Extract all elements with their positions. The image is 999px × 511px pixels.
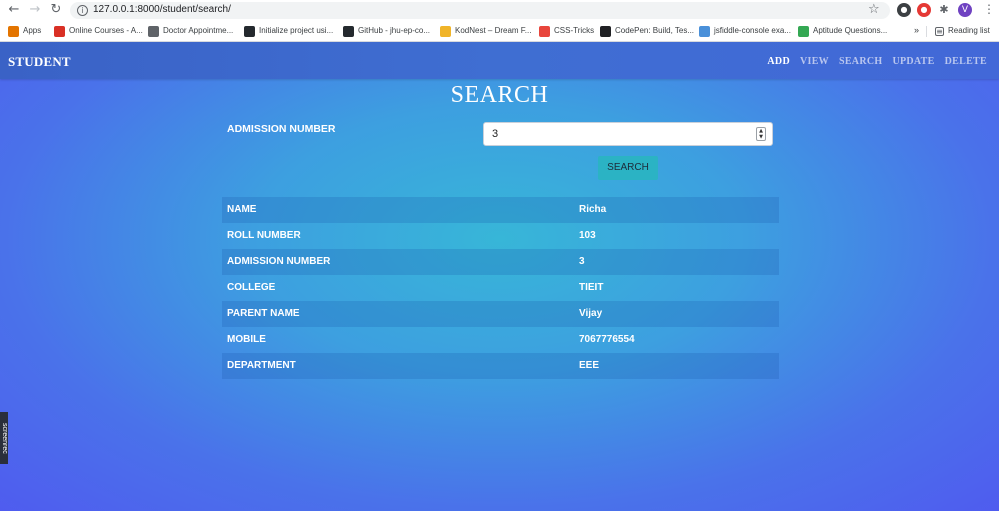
site-info-icon[interactable]: i bbox=[77, 5, 88, 16]
field-label: ROLL NUMBER bbox=[227, 230, 301, 241]
bookmark-item[interactable]: Aptitude Questions... bbox=[798, 25, 887, 39]
reading-list-icon: ≡ bbox=[935, 26, 944, 36]
student-details-table: NAME Richa ROLL NUMBER 103 ADMISSION NUMBER 3… bbox=[222, 197, 779, 379]
github-icon bbox=[244, 25, 255, 37]
css-tricks-icon bbox=[539, 25, 550, 37]
globe-icon bbox=[148, 25, 159, 37]
aptitude-icon bbox=[798, 25, 809, 37]
apps-grid-icon bbox=[8, 25, 19, 37]
nav-link-view[interactable]: VIEW bbox=[800, 56, 829, 67]
table-row: COLLEGE TIEIT bbox=[222, 275, 779, 301]
bookmark-item[interactable]: CodePen: Build, Tes... bbox=[600, 25, 694, 39]
admission-number-input[interactable] bbox=[483, 122, 773, 146]
bookmark-item[interactable]: Apps bbox=[8, 25, 41, 39]
browser-chrome: ← → ↻ i 127.0.0.1:8000/student/search/ ☆… bbox=[0, 0, 999, 42]
field-value: 3 bbox=[579, 256, 585, 267]
bookmark-item[interactable]: Initialize project usi... bbox=[244, 25, 333, 39]
course-icon bbox=[54, 25, 65, 37]
field-label: DEPARTMENT bbox=[227, 360, 296, 371]
table-row: ADMISSION NUMBER 3 bbox=[222, 249, 779, 275]
table-row: ROLL NUMBER 103 bbox=[222, 223, 779, 249]
bookmark-item[interactable]: GitHub - jhu-ep-co... bbox=[343, 25, 430, 39]
bookmark-item[interactable]: CSS-Tricks bbox=[539, 25, 594, 39]
nav-links: ADD VIEW SEARCH UPDATE DELETE bbox=[757, 56, 987, 67]
bookmark-item[interactable]: Online Courses - A... bbox=[54, 25, 143, 39]
search-button[interactable]: SEARCH bbox=[598, 156, 658, 180]
nav-link-update[interactable]: UPDATE bbox=[892, 56, 934, 67]
field-value: Vijay bbox=[579, 308, 603, 319]
table-row: DEPARTMENT EEE bbox=[222, 353, 779, 379]
field-label: ADMISSION NUMBER bbox=[227, 256, 331, 267]
bookmarks-overflow-button[interactable]: » bbox=[914, 25, 919, 35]
field-label: NAME bbox=[227, 204, 257, 215]
field-label: MOBILE bbox=[227, 334, 266, 345]
bookmark-item[interactable]: Doctor Appointme... bbox=[148, 25, 233, 39]
incognito-extension-icon[interactable]: ● bbox=[897, 3, 911, 17]
puzzle-extensions-icon[interactable]: ✱ bbox=[937, 3, 951, 17]
forward-arrow-icon[interactable]: → bbox=[27, 2, 43, 18]
cloud-icon bbox=[699, 25, 710, 37]
number-spinner[interactable]: ▲ ▼ bbox=[756, 127, 766, 141]
table-row: NAME Richa bbox=[222, 197, 779, 223]
bookmark-item[interactable]: KodNest – Dream F... bbox=[440, 25, 531, 39]
kodnest-icon bbox=[440, 25, 451, 37]
bookmarks-bar: » ≡ Reading list Apps Online Courses - A..… bbox=[0, 21, 999, 42]
table-row: PARENT NAME Vijay bbox=[222, 301, 779, 327]
url-bar[interactable]: i 127.0.0.1:8000/student/search/ ☆ bbox=[70, 2, 890, 19]
brand-logo[interactable]: STUDENT bbox=[8, 54, 71, 70]
field-label: COLLEGE bbox=[227, 282, 276, 293]
profile-avatar[interactable]: V bbox=[958, 3, 972, 17]
table-row: MOBILE 7067776554 bbox=[222, 327, 779, 353]
bookmark-item[interactable]: jsfiddle-console exa... bbox=[699, 25, 791, 39]
nav-link-add[interactable]: ADD bbox=[767, 56, 790, 67]
field-value: Richa bbox=[579, 204, 607, 215]
address-bar-row: ← → ↻ i 127.0.0.1:8000/student/search/ ☆… bbox=[0, 0, 999, 21]
reload-icon[interactable]: ↻ bbox=[48, 2, 64, 18]
bookmark-star-icon[interactable]: ☆ bbox=[868, 2, 880, 17]
back-arrow-icon[interactable]: ← bbox=[6, 2, 22, 18]
field-value: EEE bbox=[579, 360, 600, 371]
field-value: TIEIT bbox=[579, 282, 604, 293]
nav-link-delete[interactable]: DELETE bbox=[945, 56, 987, 67]
nav-link-search[interactable]: SEARCH bbox=[839, 56, 882, 67]
screenrec-watermark: screenrec bbox=[0, 412, 8, 464]
bookmarks-divider bbox=[926, 26, 927, 37]
page-content: STUDENT ADD VIEW SEARCH UPDATE DELETE SEARCH… bbox=[0, 42, 999, 511]
adblock-extension-icon[interactable]: ● bbox=[917, 3, 931, 17]
url-text[interactable]: 127.0.0.1:8000/student/search/ bbox=[93, 4, 231, 15]
github-icon bbox=[343, 25, 354, 37]
codepen-icon bbox=[600, 25, 611, 37]
browser-menu-icon[interactable]: ⋮ bbox=[983, 2, 995, 16]
field-value: 7067776554 bbox=[579, 334, 635, 345]
page-title: SEARCH bbox=[450, 82, 549, 108]
admission-number-label: ADMISSION NUMBER bbox=[227, 123, 336, 135]
field-label: PARENT NAME bbox=[227, 308, 300, 319]
top-navbar: STUDENT ADD VIEW SEARCH UPDATE DELETE bbox=[0, 42, 999, 79]
reading-list-button[interactable]: ≡ Reading list bbox=[935, 25, 990, 39]
field-value: 103 bbox=[579, 230, 596, 241]
